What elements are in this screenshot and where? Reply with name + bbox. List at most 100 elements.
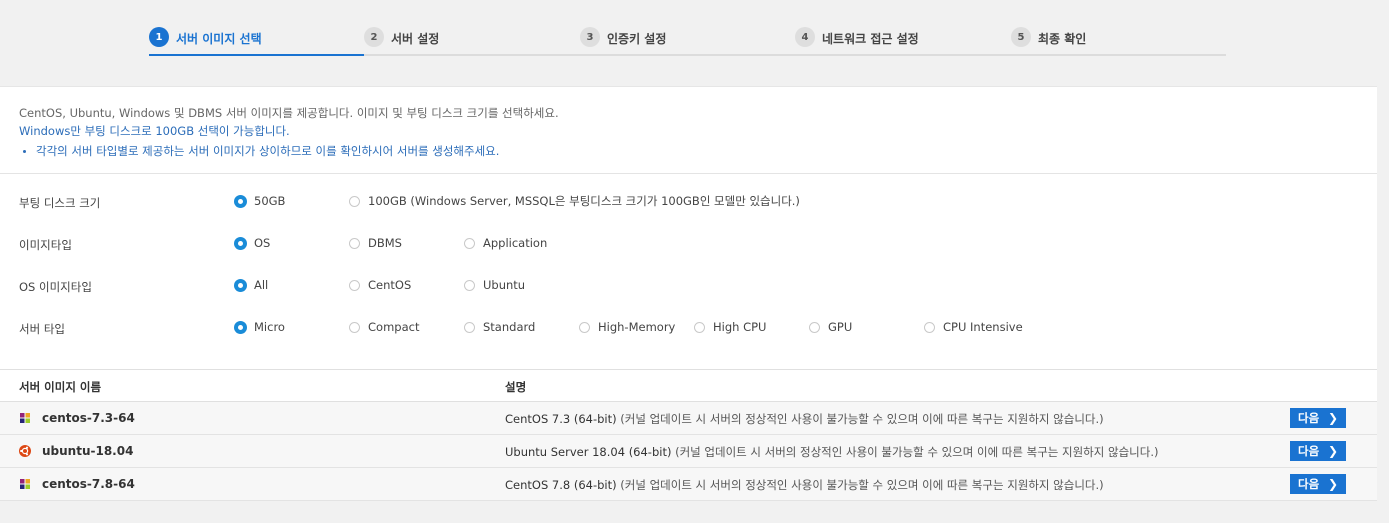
radio-centos[interactable]: CentOS (349, 275, 411, 295)
radio-label: CentOS (368, 278, 412, 292)
radio-cpu-intensive[interactable]: CPU Intensive (924, 317, 1023, 337)
image-description: CentOS 7.8 (64-bit) (커널 업데이트 시 서버의 정상적인 … (505, 477, 1104, 493)
radio-ubuntu[interactable]: Ubuntu (464, 275, 525, 295)
radio-label: All (254, 278, 269, 292)
image-desc-note: (커널 업데이트 시 서버의 정상적인 사용이 불가능할 수 있으며 이에 따른… (675, 445, 1159, 459)
chevron-right-icon: ❯ (1327, 444, 1338, 458)
centos-icon (20, 479, 30, 489)
image-desc-note: (커널 업데이트 시 서버의 정상적인 사용이 불가능할 수 있으며 이에 따른… (620, 412, 1104, 426)
radio-selected-icon (234, 320, 247, 334)
intro-description: CentOS, Ubuntu, Windows 및 DBMS 서버 이미지를 제… (19, 106, 559, 120)
divider (0, 173, 1377, 174)
next-button[interactable]: 다음 ❯ (1290, 474, 1346, 494)
radio-empty-icon (464, 279, 475, 291)
step-number: 4 (795, 27, 815, 47)
radio-empty-icon (349, 237, 360, 249)
os-image-type-row: OS 이미지타입 All CentOS Ubuntu (0, 275, 1377, 295)
image-description: CentOS 7.3 (64-bit) (커널 업데이트 시 서버의 정상적인 … (505, 411, 1104, 427)
image-name: centos-7.3-64 (42, 411, 135, 425)
radio-high-memory[interactable]: High-Memory (579, 317, 675, 337)
image-desc-main: CentOS 7.3 (64-bit) (505, 412, 617, 426)
radio-100gb[interactable]: 100GB (Windows Server, MSSQL은 부팅디스크 크기가 … (349, 191, 800, 211)
step-label: 서버 이미지 선택 (176, 32, 262, 46)
radio-label: 50GB (254, 194, 286, 208)
centos-icon (20, 413, 30, 423)
bullet-dot (23, 150, 26, 153)
radio-label: Application (483, 236, 548, 250)
radio-50gb[interactable]: 50GB (234, 191, 285, 211)
next-button[interactable]: 다음 ❯ (1290, 441, 1346, 461)
table-row[interactable]: ubuntu-18.04 Ubuntu Server 18.04 (64-bit… (0, 435, 1377, 468)
server-type-row: 서버 타입 Micro Compact Standard High-Memory… (0, 317, 1377, 337)
chevron-right-icon: ❯ (1327, 477, 1338, 491)
radio-label: High-Memory (598, 320, 676, 334)
image-name: centos-7.8-64 (42, 477, 135, 491)
radio-empty-icon (349, 279, 360, 291)
table-row[interactable]: centos-7.3-64 CentOS 7.3 (64-bit) (커널 업데… (0, 402, 1377, 435)
intro-bullet: 각각의 서버 타입별로 제공하는 서버 이미지가 상이하므로 이를 확인하시어 … (19, 142, 559, 160)
image-description: Ubuntu Server 18.04 (64-bit) (커널 업데이트 시 … (505, 444, 1158, 460)
radio-empty-icon (349, 195, 360, 207)
radio-high-cpu[interactable]: High CPU (694, 317, 766, 337)
radio-compact[interactable]: Compact (349, 317, 419, 337)
next-button-label: 다음 (1298, 411, 1320, 425)
server-type-label: 서버 타입 (19, 322, 65, 336)
column-header-desc: 설명 (505, 380, 527, 394)
step-auth-key[interactable]: 3 인증키 설정 (580, 22, 666, 56)
image-type-row: 이미지타입 OS DBMS Application (0, 233, 1377, 253)
image-desc-main: CentOS 7.8 (64-bit) (505, 478, 617, 492)
next-button-label: 다음 (1298, 477, 1320, 491)
radio-gpu[interactable]: GPU (809, 317, 852, 337)
chevron-right-icon: ❯ (1327, 411, 1338, 425)
column-header-name: 서버 이미지 이름 (19, 380, 102, 394)
radio-label: Standard (483, 320, 536, 334)
step-network-access[interactable]: 4 네트워크 접근 설정 (795, 22, 919, 56)
table-header: 서버 이미지 이름 설명 (0, 369, 1377, 402)
boot-disk-row: 부팅 디스크 크기 50GB 100GB (Windows Server, MS… (0, 191, 1377, 211)
radio-label: High CPU (713, 320, 767, 334)
radio-label: CPU Intensive (943, 320, 1023, 334)
step-number: 1 (149, 27, 169, 47)
image-desc-main: Ubuntu Server 18.04 (64-bit) (505, 445, 672, 459)
radio-label: 100GB (Windows Server, MSSQL은 부팅디스크 크기가 … (368, 194, 800, 208)
radio-empty-icon (579, 321, 590, 333)
step-server-settings[interactable]: 2 서버 설정 (364, 22, 439, 56)
radio-standard[interactable]: Standard (464, 317, 535, 337)
progress-stepper: 1 서버 이미지 선택 2 서버 설정 3 인증키 설정 4 네트워크 접근 설… (149, 22, 1226, 56)
radio-empty-icon (464, 321, 475, 333)
intro-windows-note: Windows만 부팅 디스크로 100GB 선택이 가능합니다. (19, 124, 290, 138)
image-selection-panel: CentOS, Ubuntu, Windows 및 DBMS 서버 이미지를 제… (0, 86, 1377, 501)
radio-selected-icon (234, 236, 247, 250)
radio-selected-icon (234, 278, 247, 292)
radio-application[interactable]: Application (464, 233, 547, 253)
radio-empty-icon (464, 237, 475, 249)
server-image-table: 서버 이미지 이름 설명 centos-7.3-64 CentOS 7.3 (6… (0, 369, 1377, 501)
radio-label: GPU (828, 320, 853, 334)
step-label: 최종 확인 (1038, 32, 1087, 46)
boot-disk-label: 부팅 디스크 크기 (19, 196, 101, 210)
step-select-image[interactable]: 1 서버 이미지 선택 (149, 22, 364, 56)
radio-selected-icon (234, 194, 247, 208)
radio-label: Compact (368, 320, 420, 334)
radio-empty-icon (924, 321, 935, 333)
radio-label: OS (254, 236, 271, 250)
radio-os[interactable]: OS (234, 233, 270, 253)
radio-label: Ubuntu (483, 278, 526, 292)
radio-micro[interactable]: Micro (234, 317, 285, 337)
step-label: 네트워크 접근 설정 (822, 32, 919, 46)
table-row[interactable]: centos-7.8-64 CentOS 7.8 (64-bit) (커널 업데… (0, 468, 1377, 501)
radio-dbms[interactable]: DBMS (349, 233, 402, 253)
step-number: 3 (580, 27, 600, 47)
os-image-type-label: OS 이미지타입 (19, 280, 92, 294)
step-number: 2 (364, 27, 384, 47)
ubuntu-icon (19, 445, 31, 457)
next-button[interactable]: 다음 ❯ (1290, 408, 1346, 428)
next-button-label: 다음 (1298, 444, 1320, 458)
radio-all[interactable]: All (234, 275, 268, 295)
radio-empty-icon (809, 321, 820, 333)
image-desc-note: (커널 업데이트 시 서버의 정상적인 사용이 불가능할 수 있으며 이에 따른… (620, 478, 1104, 492)
radio-empty-icon (349, 321, 360, 333)
step-number: 5 (1011, 27, 1031, 47)
step-final-confirm[interactable]: 5 최종 확인 (1011, 22, 1086, 56)
active-step-indicator (149, 54, 364, 56)
